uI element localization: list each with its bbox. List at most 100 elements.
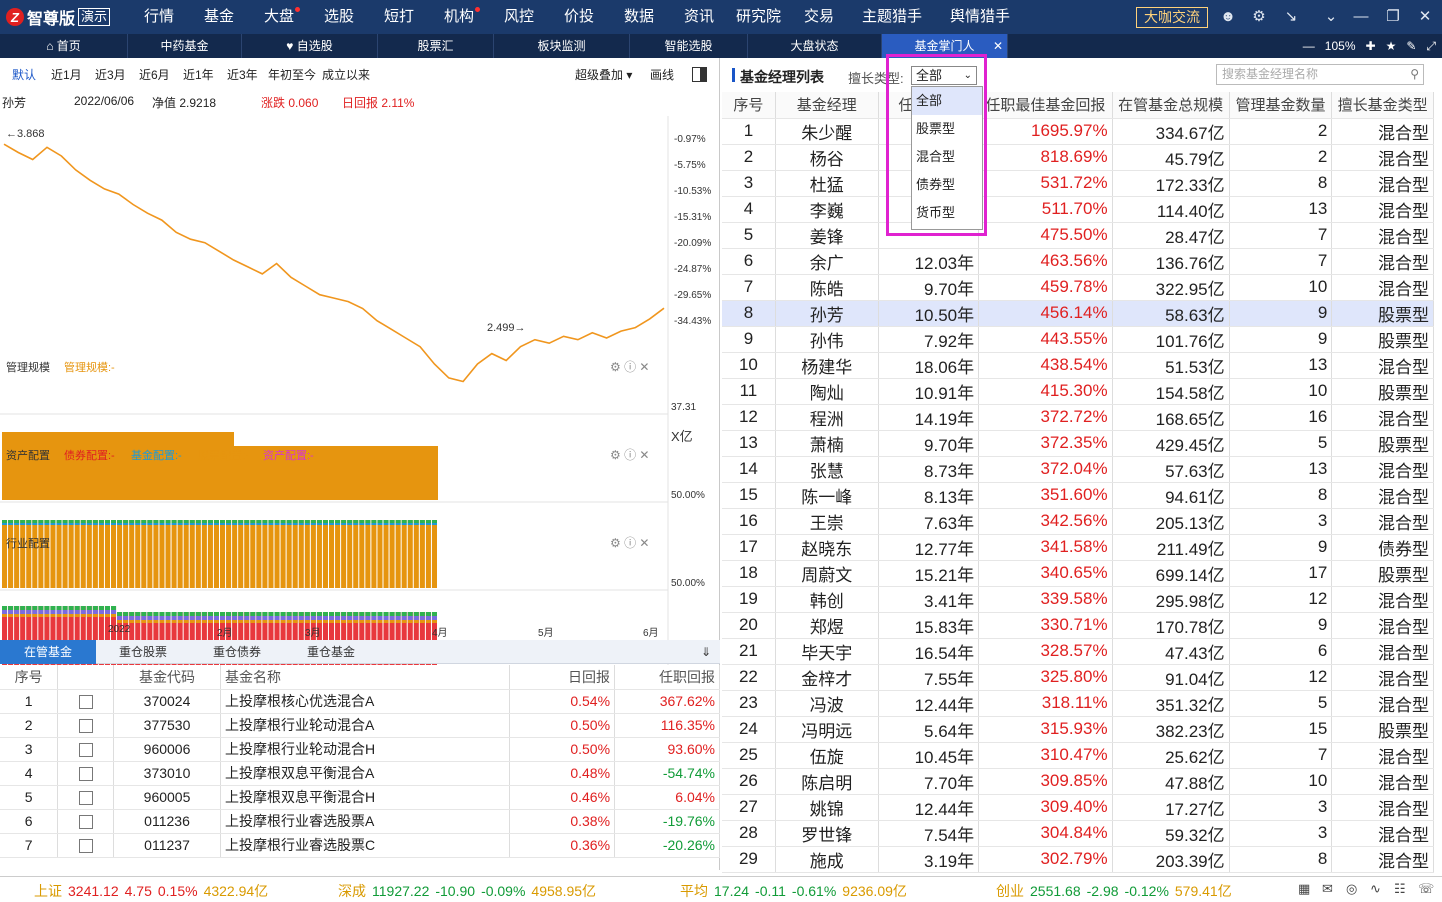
manager-row[interactable]: 9 孙伟 7.92年 443.55% 101.76亿 9 股票型	[722, 326, 1434, 353]
overlay-dropdown[interactable]: 超级叠加 ▾	[575, 66, 632, 83]
menu-item-news[interactable]: 资讯	[684, 0, 714, 34]
row-checkbox[interactable]	[57, 833, 114, 858]
menu-item-value[interactable]: 价投	[564, 0, 594, 34]
fund-row[interactable]: 3 960006 上投摩根行业轮动混合H 0.50% 93.60%	[0, 737, 720, 762]
tab-tcm-fund[interactable]: 中药基金	[128, 34, 242, 58]
scale-panel-controls[interactable]: ⚙ ⓘ ✕	[610, 358, 649, 375]
manager-row[interactable]: 15 陈一峰 8.13年 351.60% 94.61亿 8 混合型	[722, 482, 1434, 509]
range-3y[interactable]: 近3年	[227, 66, 258, 83]
col-daily-return[interactable]: 日回报	[509, 665, 616, 690]
tab-sector-monitor[interactable]: 板块监测	[494, 34, 630, 58]
manager-row[interactable]: 13 萧楠 9.70年 372.35% 429.45亿 5 股票型	[722, 430, 1434, 457]
tab-smart-picker[interactable]: 智能选股	[630, 34, 748, 58]
manager-row[interactable]: 21 毕天宇 16.54年 328.57% 47.43亿 6 混合型	[722, 638, 1434, 665]
manager-row[interactable]: 16 王崇 7.63年 342.56% 205.13亿 3 混合型	[722, 508, 1434, 535]
fund-row[interactable]: 4 373010 上投摩根双息平衡混合A 0.48% -54.74%	[0, 761, 720, 786]
col-manager[interactable]: 基金经理	[775, 92, 879, 119]
calendar-icon[interactable]: ▦	[1298, 881, 1310, 897]
grid-icon[interactable]: ☷	[1394, 881, 1406, 897]
tab-watchlist[interactable]: ♥ 自选股	[242, 34, 378, 58]
menu-item-market[interactable]: 大盘	[264, 0, 301, 34]
col-fund-count[interactable]: 管理基金数量	[1229, 92, 1333, 119]
range-6m[interactable]: 近6月	[139, 66, 170, 83]
shrink-icon[interactable]: ↘	[1282, 8, 1300, 26]
col-fund-code[interactable]: 基金代码	[113, 665, 222, 690]
manager-row[interactable]: 27 姚锦 12.44年 309.40% 17.27亿 3 混合型	[722, 794, 1434, 821]
range-ytd[interactable]: 年初至今	[268, 66, 316, 83]
menu-item-quotes[interactable]: 行情	[144, 0, 174, 34]
asset-panel-controls[interactable]: ⚙ ⓘ ✕	[610, 446, 649, 463]
manager-row[interactable]: 17 赵晓东 12.77年 341.58% 211.49亿 9 债券型	[722, 534, 1434, 561]
manager-row[interactable]: 4 李巍 511.70% 114.40亿 13 混合型	[722, 196, 1434, 223]
tab-top-bonds[interactable]: 重仓债券	[190, 640, 284, 664]
draw-line-button[interactable]: 画线	[650, 66, 674, 83]
message-icon[interactable]: ☏	[1418, 881, 1434, 897]
manager-row[interactable]: 26 陈启明 7.70年 309.85% 47.88亿 10 混合型	[722, 768, 1434, 795]
tab-managed-funds[interactable]: 在管基金	[0, 640, 96, 664]
manager-row[interactable]: 24 冯明远 5.64年 315.93% 382.23亿 15 股票型	[722, 716, 1434, 743]
index-item[interactable]: 平均 17.24 -0.11 -0.61% 9236.09亿	[680, 881, 913, 901]
row-checkbox[interactable]	[57, 713, 114, 738]
manager-row[interactable]: 7 陈皓 9.70年 459.78% 322.95亿 10 混合型	[722, 274, 1434, 301]
pen-icon[interactable]: ✎	[1406, 39, 1416, 53]
close-icon[interactable]: ✕	[1416, 8, 1434, 26]
col-fund-type[interactable]: 擅长基金类型	[1331, 92, 1434, 119]
menu-item-institution[interactable]: 机构	[444, 0, 481, 34]
manager-row[interactable]: 29 施成 3.19年 302.79% 203.39亿 8 混合型	[722, 846, 1434, 873]
row-checkbox[interactable]	[57, 761, 114, 786]
checkbox[interactable]	[78, 719, 93, 734]
manager-row[interactable]: 10 杨建华 18.06年 438.54% 51.53亿 13 混合型	[722, 352, 1434, 379]
index-item[interactable]: 创业 2551.68 -2.98 -0.12% 579.41亿	[996, 881, 1238, 901]
restore-icon[interactable]: ❐	[1384, 8, 1402, 26]
close-tab-icon[interactable]: ✕	[993, 34, 1003, 58]
range-1m[interactable]: 近1月	[51, 66, 82, 83]
col-total-aum[interactable]: 在管基金总规模	[1112, 92, 1230, 119]
target-icon[interactable]: ◎	[1346, 881, 1357, 897]
checkbox[interactable]	[78, 767, 93, 782]
col-index[interactable]: 序号	[722, 92, 776, 119]
col-best-return[interactable]: 任职最佳基金回报	[978, 92, 1113, 119]
manager-row[interactable]: 20 郑煜 15.83年 330.71% 170.78亿 9 混合型	[722, 612, 1434, 639]
row-checkbox[interactable]	[57, 809, 114, 834]
fund-row[interactable]: 2 377530 上投摩根行业轮动混合A 0.50% 116.35%	[0, 713, 720, 738]
manager-row[interactable]: 11 陶灿 10.91年 415.30% 154.58亿 10 股票型	[722, 378, 1434, 405]
col-fund-name[interactable]: 基金名称	[220, 665, 511, 690]
menu-item-risk[interactable]: 风控	[504, 0, 534, 34]
manager-row[interactable]: 5 姜锋 475.50% 28.47亿 7 混合型	[722, 222, 1434, 249]
col-index[interactable]: 序号	[0, 665, 59, 690]
manager-row[interactable]: 23 冯波 12.44年 318.11% 351.32亿 5 混合型	[722, 690, 1434, 717]
fund-row[interactable]: 7 011237 上投摩根行业睿选股票C 0.36% -20.26%	[0, 833, 720, 858]
manager-row[interactable]: 25 伍旋 10.45年 310.47% 25.62亿 7 混合型	[722, 742, 1434, 769]
manager-row[interactable]: 1 朱少醒 1695.97% 334.67亿 2 混合型	[722, 118, 1434, 145]
manager-row[interactable]: 12 程洲 14.19年 372.72% 168.65亿 16 混合型	[722, 404, 1434, 431]
manager-row[interactable]: 3 杜猛 531.72% 172.33亿 8 混合型	[722, 170, 1434, 197]
row-checkbox[interactable]	[57, 737, 114, 762]
checkbox[interactable]	[78, 743, 93, 758]
range-since-inception[interactable]: 成立以来	[322, 66, 370, 83]
tab-home[interactable]: ⌂ 首页	[0, 34, 128, 58]
fund-row[interactable]: 1 370024 上投摩根核心优选混合A 0.54% 367.62%	[0, 689, 720, 714]
star-icon[interactable]: ★	[1386, 39, 1397, 53]
index-item[interactable]: 深成 11927.22 -10.90 -0.09% 4958.95亿	[338, 881, 602, 901]
tab-top-stocks[interactable]: 重仓股票	[96, 640, 190, 664]
range-1y[interactable]: 近1年	[183, 66, 214, 83]
checkbox[interactable]	[78, 791, 93, 806]
manager-row[interactable]: 2 杨谷 818.69% 45.79亿 2 混合型	[722, 144, 1434, 171]
manager-row[interactable]: 22 金梓才 7.55年 325.80% 91.04亿 12 混合型	[722, 664, 1434, 691]
manager-row[interactable]: 6 余广 12.03年 463.56% 136.76亿 7 混合型	[722, 248, 1434, 275]
fund-row[interactable]: 5 960005 上投摩根双息平衡混合H 0.46% 6.04%	[0, 785, 720, 810]
app-logo[interactable]: Z 智尊版 演示	[6, 6, 111, 28]
settings-icon[interactable]: ⚙	[1250, 8, 1268, 26]
search-icon[interactable]: ⚲	[1410, 65, 1419, 84]
expand-icon[interactable]: ⤢	[1426, 39, 1436, 54]
manager-row[interactable]: 18 周蔚文 15.21年 340.65% 699.14亿 17 股票型	[722, 560, 1434, 587]
col-tenure-return[interactable]: 任职回报	[614, 665, 720, 690]
menu-item-sentiment-hunter[interactable]: 舆情猎手	[950, 0, 1010, 34]
expert-chat-button[interactable]: 大咖交流	[1136, 7, 1208, 28]
manager-search-input[interactable]: 搜索基金经理名称 ⚲	[1216, 64, 1424, 85]
chart-icon[interactable]: ∿	[1370, 881, 1381, 897]
collapse-icon[interactable]: ⇓	[694, 640, 718, 664]
menu-item-fund[interactable]: 基金	[204, 0, 234, 34]
menu-item-stock-picking[interactable]: 选股	[324, 0, 354, 34]
row-checkbox[interactable]	[57, 689, 114, 714]
